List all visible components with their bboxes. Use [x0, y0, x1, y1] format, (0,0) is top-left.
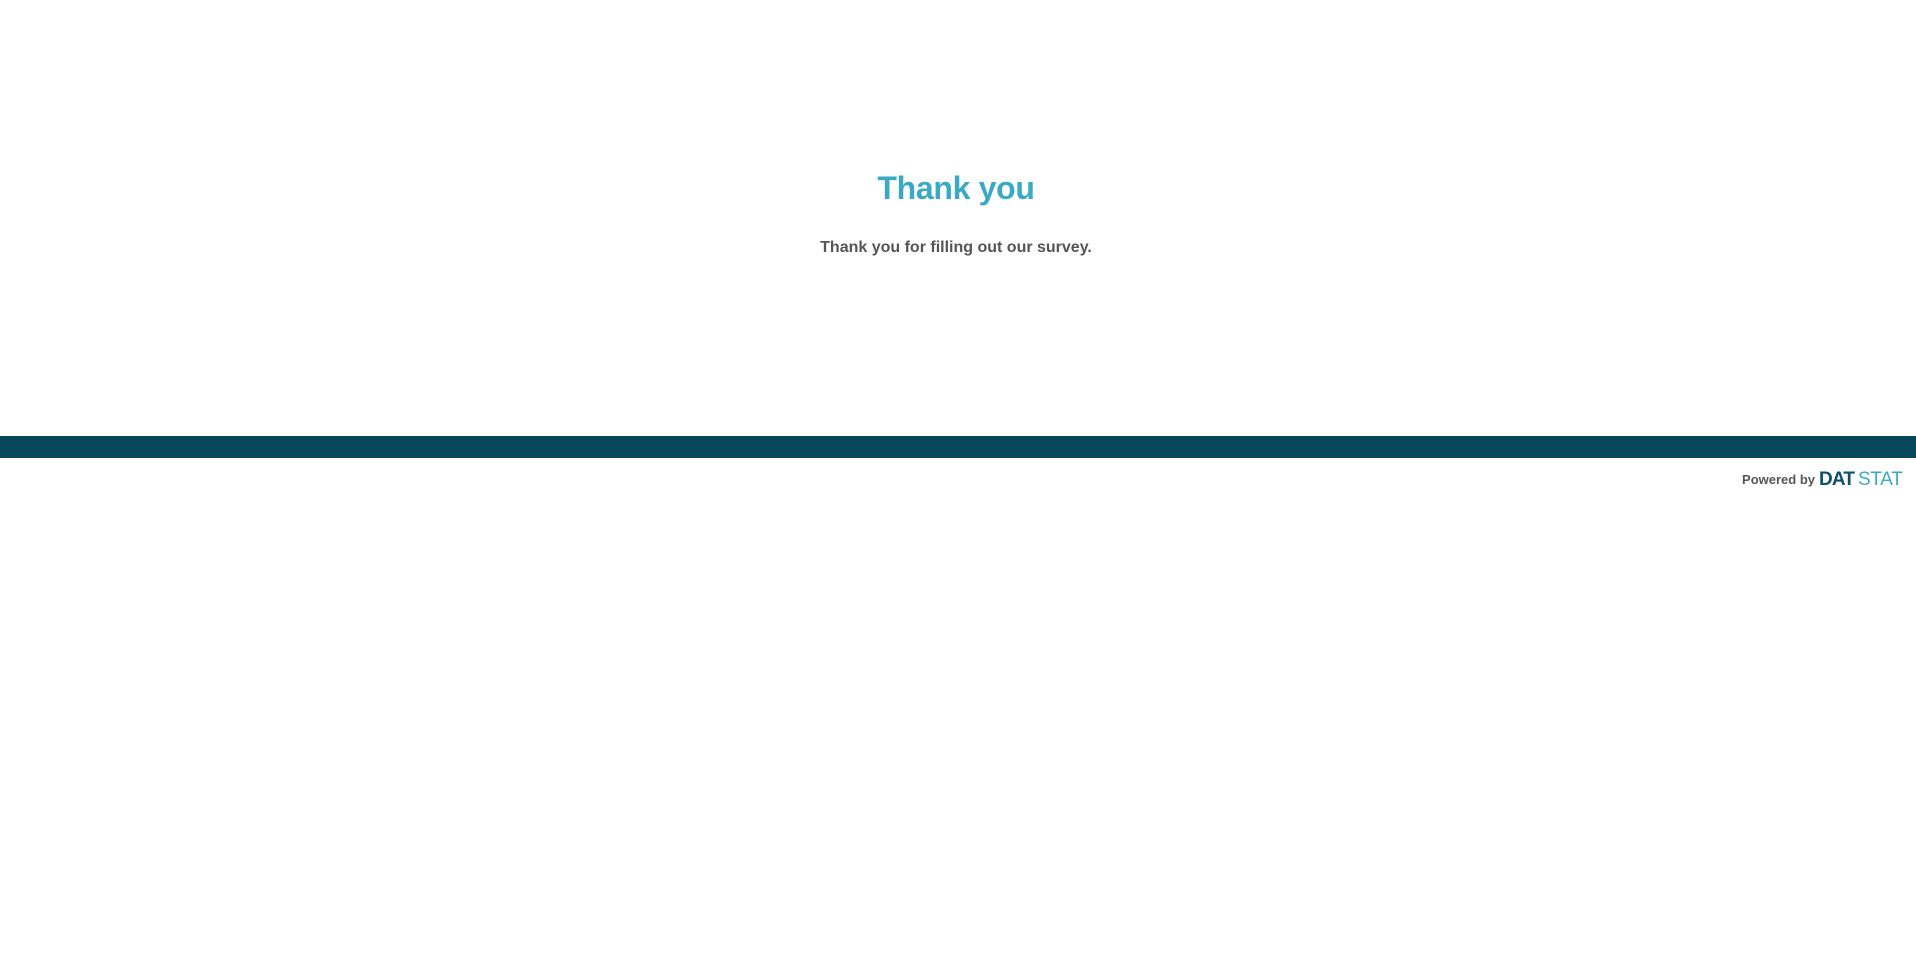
datstat-logo[interactable]: DAT STAT: [1818, 466, 1906, 492]
page-title: Thank you: [877, 170, 1035, 206]
powered-by-label: Powered by: [1742, 471, 1815, 487]
thank-you-message: Thank you for filling out our survey.: [820, 239, 1092, 256]
logo-text-light: STAT: [1858, 469, 1903, 490]
survey-complete-page: Thank you Thank you for filling out our …: [0, 0, 1916, 966]
powered-by: Powered by DAT STAT: [1742, 466, 1906, 492]
main-content: Thank you Thank you for filling out our …: [0, 0, 1916, 436]
footer-bar: [0, 436, 1916, 458]
logo-text-dark: DAT: [1819, 469, 1855, 490]
